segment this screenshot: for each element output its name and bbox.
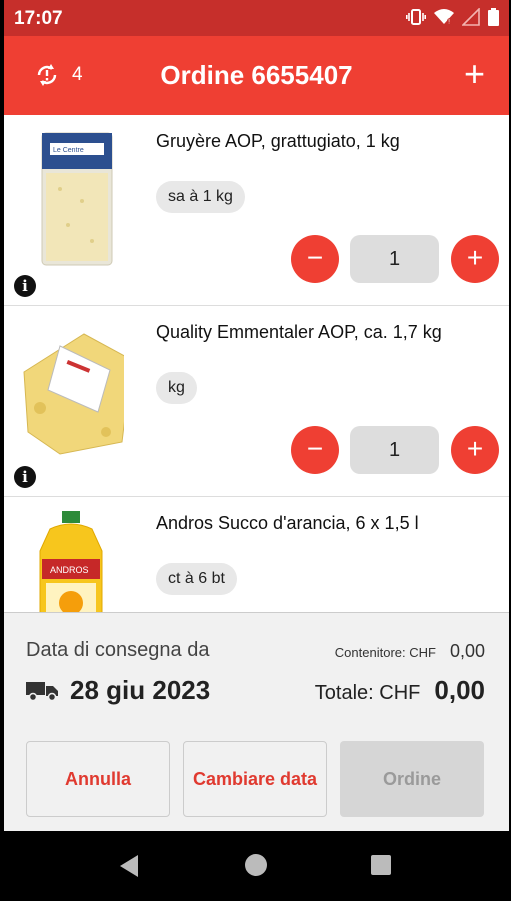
container-value: 0,00 bbox=[449, 641, 485, 661]
info-icon[interactable]: i bbox=[14, 466, 36, 488]
recent-apps-icon[interactable] bbox=[371, 855, 391, 875]
total-value: 0,00 bbox=[434, 675, 485, 705]
product-image: ANDROS bbox=[39, 511, 103, 612]
system-nav-bar bbox=[0, 831, 511, 901]
container-fee: Contenitore: CHF 0,00 bbox=[335, 641, 485, 662]
status-bar: 17:07 ! bbox=[4, 0, 509, 36]
quantity-stepper: − 1 + bbox=[291, 426, 501, 474]
decrease-button[interactable]: − bbox=[291, 426, 339, 474]
increase-button[interactable]: + bbox=[451, 235, 499, 283]
plus-icon[interactable]: + bbox=[464, 56, 485, 92]
unit-badge: ct à 6 bt bbox=[156, 563, 237, 595]
product-list[interactable]: Le Centre i Gruyère AOP, grattugiato, 1 … bbox=[4, 115, 509, 612]
delivery-date: 28 giu 2023 bbox=[70, 675, 211, 705]
battery-icon bbox=[488, 8, 499, 26]
product-name: Gruyère AOP, grattugiato, 1 kg bbox=[156, 131, 400, 151]
delivery-label: Data di consegna da bbox=[26, 639, 210, 661]
increase-button[interactable]: + bbox=[451, 426, 499, 474]
page-title: Ordine 6655407 bbox=[160, 60, 353, 90]
home-icon[interactable] bbox=[245, 854, 267, 876]
quantity-stepper: − 1 + bbox=[291, 235, 501, 283]
wifi-icon: ! bbox=[434, 9, 454, 26]
action-bar: Annulla Cambiare data Ordine bbox=[26, 741, 489, 819]
order-button[interactable]: Ordine bbox=[340, 741, 484, 817]
delivery-date-row: 28 giu 2023 bbox=[26, 675, 210, 706]
svg-text:Le Centre: Le Centre bbox=[53, 147, 84, 154]
status-icons: ! bbox=[406, 8, 499, 26]
total-label: Totale: CHF bbox=[314, 682, 421, 704]
product-name: Quality Emmentaler AOP, ca. 1,7 kg bbox=[156, 322, 442, 342]
status-time: 17:07 bbox=[14, 8, 63, 29]
signal-icon bbox=[462, 8, 480, 26]
decrease-button[interactable]: − bbox=[291, 235, 339, 283]
change-date-button[interactable]: Cambiare data bbox=[183, 741, 327, 817]
cancel-button[interactable]: Annulla bbox=[26, 741, 170, 817]
container-label: Contenitore: CHF bbox=[334, 645, 436, 660]
app-bar: 4 Ordine 6655407 + bbox=[4, 36, 509, 115]
quantity-field[interactable]: 1 bbox=[350, 235, 439, 283]
back-icon[interactable] bbox=[120, 855, 138, 877]
product-name: Andros Succo d'arancia, 6 x 1,5 l bbox=[156, 513, 419, 533]
list-item: i Quality Emmentaler AOP, ca. 1,7 kg kg … bbox=[4, 306, 509, 497]
vibrate-icon bbox=[406, 9, 426, 25]
list-item: Le Centre i Gruyère AOP, grattugiato, 1 … bbox=[4, 115, 509, 306]
order-total: Totale: CHF 0,00 bbox=[315, 675, 485, 706]
order-summary: Data di consegna da 28 giu 2023 Contenit… bbox=[4, 612, 509, 832]
product-image: Le Centre bbox=[41, 132, 113, 266]
unit-badge: kg bbox=[156, 372, 197, 404]
product-image bbox=[23, 333, 124, 455]
svg-text:ANDROS: ANDROS bbox=[50, 565, 89, 575]
app-screen: 17:07 ! 4 Ordine 6655407 + Le Centre i G… bbox=[4, 0, 509, 901]
info-icon[interactable]: i bbox=[14, 275, 36, 297]
truck-icon bbox=[26, 681, 58, 701]
quantity-field[interactable]: 1 bbox=[350, 426, 439, 474]
unit-badge: sa à 1 kg bbox=[156, 181, 245, 213]
list-item: ANDROS Andros Succo d'arancia, 6 x 1,5 l… bbox=[4, 497, 509, 612]
